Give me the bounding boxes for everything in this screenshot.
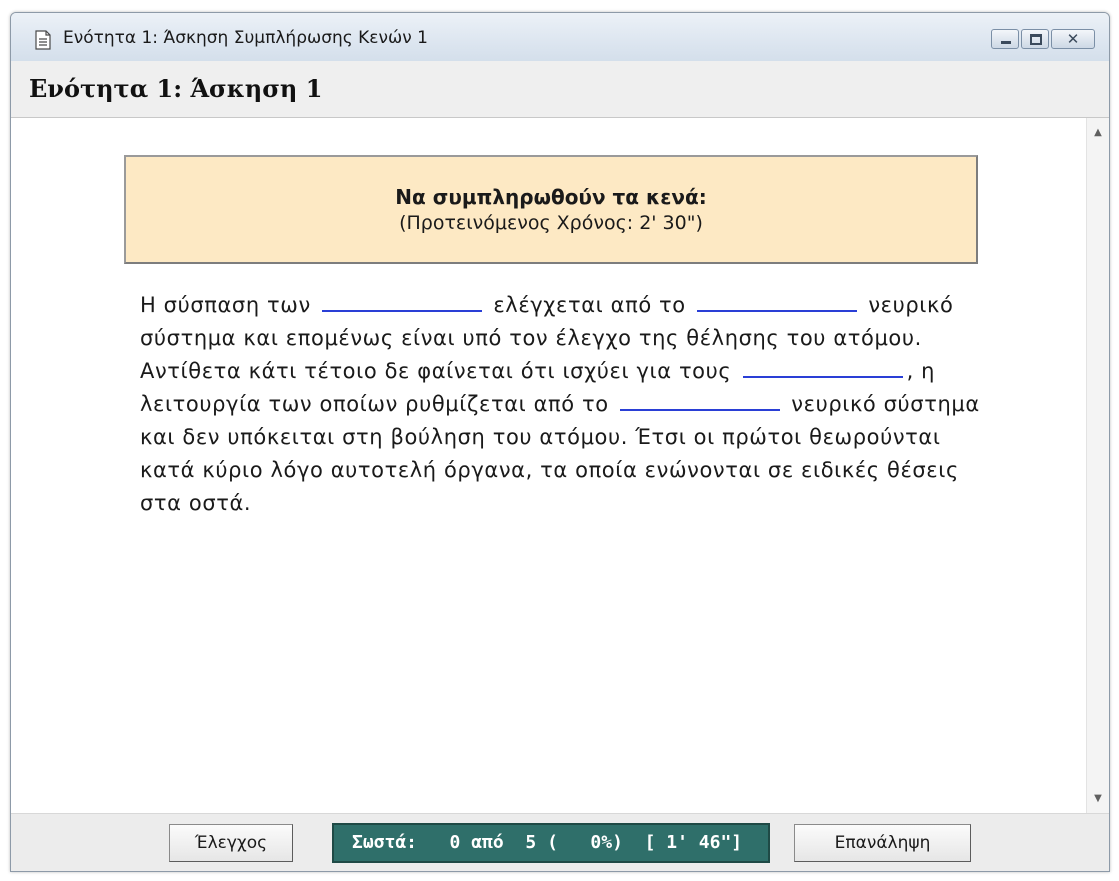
- blank-input-4[interactable]: [620, 389, 780, 411]
- close-button[interactable]: ✕: [1051, 29, 1095, 49]
- blank-input-3[interactable]: [742, 356, 903, 378]
- minimize-icon: [1001, 41, 1011, 44]
- application-window: Ενότητα 1: Άσκηση Συμπλήρωσης Κενών 1 ✕ …: [10, 12, 1110, 872]
- document-icon: [35, 30, 51, 50]
- instruction-box: Να συμπληρωθούν τα κενά: (Προτεινόμενος …: [124, 155, 978, 264]
- maximize-icon: [1030, 34, 1042, 45]
- bottom-toolbar: Έλεγχος Σωστά: 0 από 5 ( 0%) [ 1' 46"] Ε…: [11, 813, 1109, 871]
- minimize-button[interactable]: [991, 29, 1019, 49]
- exercise-content: Να συμπληρωθούν τα κενά: (Προτεινόμενος …: [11, 118, 1087, 814]
- close-icon: ✕: [1066, 30, 1080, 48]
- text-segment: Η σύσπαση των: [140, 293, 311, 317]
- exercise-paragraph: Η σύσπαση των ελέγχεται από το νευρικό σ…: [140, 289, 980, 520]
- text-segment: ελέγχεται από το: [493, 293, 686, 317]
- page-title: Ενότητα 1: Άσκηση 1: [29, 74, 323, 103]
- window-controls: ✕: [989, 29, 1095, 51]
- title-bar[interactable]: Ενότητα 1: Άσκηση Συμπλήρωσης Κενών 1 ✕: [11, 13, 1109, 62]
- scroll-up-icon[interactable]: ▲: [1087, 122, 1109, 144]
- window-title: Ενότητα 1: Άσκηση Συμπλήρωσης Κενών 1: [63, 28, 428, 48]
- score-display: Σωστά: 0 από 5 ( 0%) [ 1' 46"]: [332, 823, 770, 863]
- blank-input-1[interactable]: [322, 290, 483, 312]
- check-button[interactable]: Έλεγχος: [169, 824, 293, 862]
- instruction-title: Να συμπληρωθούν τα κενά:: [395, 185, 707, 209]
- repeat-button[interactable]: Επανάληψη: [794, 824, 971, 862]
- heading-bar: Ενότητα 1: Άσκηση 1: [11, 61, 1109, 118]
- maximize-button[interactable]: [1021, 29, 1049, 49]
- scroll-down-icon[interactable]: ▼: [1087, 788, 1109, 810]
- suggested-time: (Προτεινόμενος Χρόνος: 2' 30"): [399, 212, 703, 234]
- blank-input-2[interactable]: [697, 290, 858, 312]
- vertical-scrollbar[interactable]: ▲ ▼: [1086, 118, 1109, 814]
